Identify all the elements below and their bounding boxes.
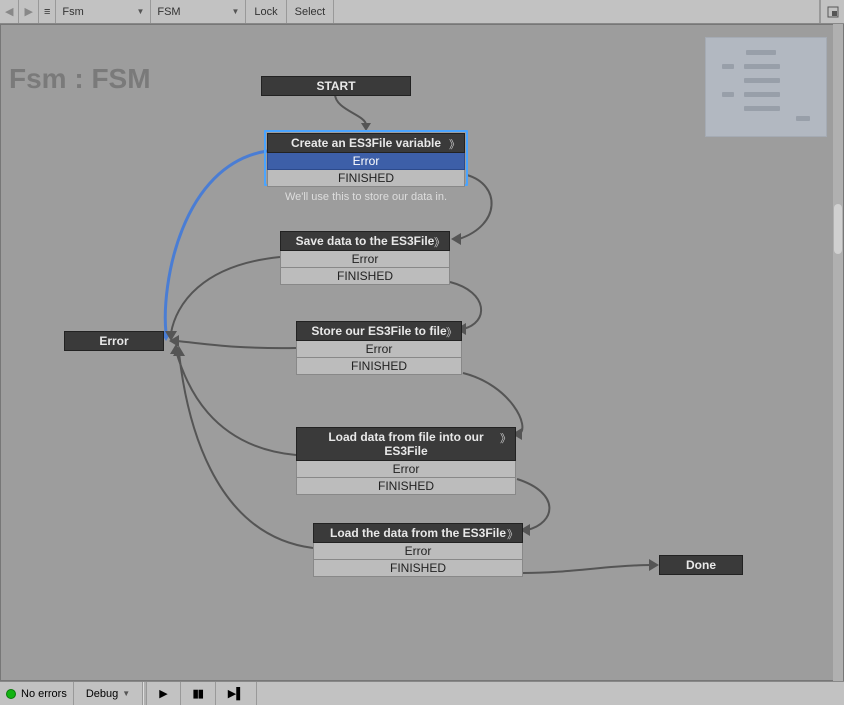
state-header: Store our ES3File to file》 (296, 321, 462, 341)
fsm-object-label: Fsm (62, 6, 83, 18)
transition-error[interactable]: Error (280, 251, 450, 268)
page-title: Fsm : FSM (9, 63, 151, 95)
done-node[interactable]: Done (659, 555, 743, 575)
play-button[interactable]: ▶ (147, 682, 180, 705)
transition-icon: 》 (446, 324, 457, 340)
fsm-name-dropdown[interactable]: FSM ▼ (151, 0, 246, 23)
start-node[interactable]: START (261, 76, 411, 96)
transition-icon: 》 (500, 430, 511, 446)
state-create-es3file[interactable]: Create an ES3File variable》 Error FINISH… (267, 133, 465, 207)
pause-button[interactable]: ▮▮ (181, 682, 216, 705)
minimap[interactable] (705, 37, 827, 137)
step-icon: ▶▌ (228, 687, 244, 700)
vertical-scrollbar[interactable] (833, 24, 843, 681)
graph-canvas[interactable]: Fsm : FSM (0, 24, 844, 681)
fsm-object-dropdown[interactable]: Fsm ▼ (56, 0, 151, 23)
dropdown-arrow-icon: ▼ (136, 7, 144, 16)
lock-button[interactable]: Lock (246, 0, 286, 23)
transition-icon: 》 (434, 234, 445, 250)
transition-error[interactable]: Error (296, 341, 462, 358)
transition-finished[interactable]: FINISHED (296, 478, 516, 495)
menu-button[interactable]: ≡ (39, 0, 56, 23)
transition-finished[interactable]: FINISHED (267, 170, 465, 187)
pause-icon: ▮▮ (193, 687, 203, 700)
state-header: Create an ES3File variable》 (267, 133, 465, 153)
nav-back-button[interactable]: ◀ (0, 0, 19, 23)
minimap-toggle-button[interactable] (820, 0, 844, 23)
transition-finished[interactable]: FINISHED (280, 268, 450, 285)
play-icon: ▶ (159, 687, 167, 700)
state-header: Load the data from the ES3File》 (313, 523, 523, 543)
fsm-name-label: FSM (157, 6, 180, 18)
minimap-icon (827, 6, 839, 18)
transition-error[interactable]: Error (267, 153, 465, 170)
transition-icon: 》 (449, 136, 460, 152)
done-label: Done (659, 555, 743, 575)
state-store-to-file[interactable]: Store our ES3File to file》 Error FINISHE… (296, 321, 462, 375)
transition-icon: 》 (507, 526, 518, 542)
dropdown-arrow-icon: ▼ (231, 7, 239, 16)
top-toolbar: ◀ ▶ ≡ Fsm ▼ FSM ▼ Lock Select (0, 0, 844, 24)
dropdown-arrow-icon: ▼ (122, 689, 130, 698)
transition-finished[interactable]: FINISHED (313, 560, 523, 577)
state-header: Load data from file into our ES3File》 (296, 427, 516, 461)
nav-forward-button[interactable]: ▶ (19, 0, 38, 23)
transition-error[interactable]: Error (313, 543, 523, 560)
state-description: We'll use this to store our data in. (267, 187, 465, 207)
debug-dropdown[interactable]: Debug ▼ (74, 682, 143, 705)
state-load-from-file[interactable]: Load data from file into our ES3File》 Er… (296, 427, 516, 495)
transition-finished[interactable]: FINISHED (296, 358, 462, 375)
toolbar-spacer (334, 0, 820, 23)
transition-error[interactable]: Error (296, 461, 516, 478)
error-label: Error (64, 331, 164, 351)
select-button[interactable]: Select (287, 0, 335, 23)
status-text: No errors (21, 688, 67, 700)
debug-label: Debug (86, 688, 118, 700)
state-load-data[interactable]: Load the data from the ES3File》 Error FI… (313, 523, 523, 577)
start-label: START (261, 76, 411, 96)
step-button[interactable]: ▶▌ (216, 682, 257, 705)
state-header: Save data to the ES3File》 (280, 231, 450, 251)
bottom-toolbar: No errors Debug ▼ ▶ ▮▮ ▶▌ (0, 681, 844, 705)
state-save-data[interactable]: Save data to the ES3File》 Error FINISHED (280, 231, 450, 285)
status-indicator[interactable]: No errors (0, 682, 74, 705)
status-dot-icon (6, 689, 16, 699)
error-node[interactable]: Error (64, 331, 164, 351)
scrollbar-thumb[interactable] (834, 204, 842, 254)
